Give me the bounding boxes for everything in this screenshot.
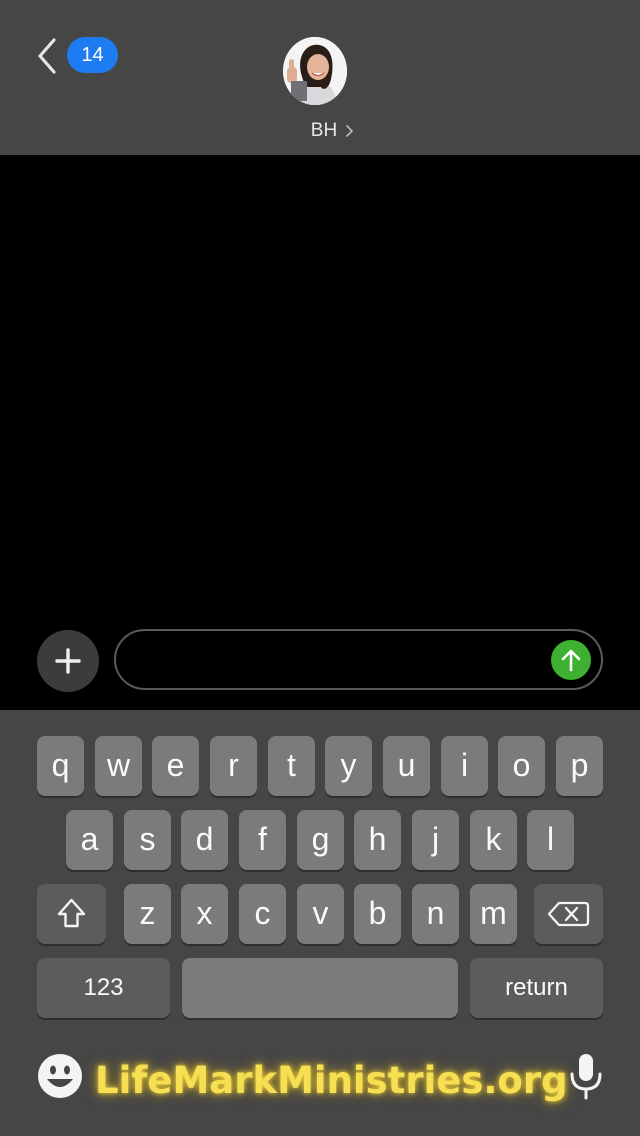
arrow-up-icon: [561, 649, 581, 672]
numbers-key[interactable]: 123: [37, 958, 170, 1018]
key-m[interactable]: m: [470, 884, 517, 944]
emoji-button[interactable]: [36, 1052, 84, 1100]
backspace-icon: [547, 901, 590, 927]
key-b[interactable]: b: [354, 884, 401, 944]
key-i[interactable]: i: [441, 736, 488, 796]
return-key[interactable]: return: [470, 958, 603, 1018]
message-input[interactable]: [114, 629, 603, 690]
key-e[interactable]: e: [152, 736, 199, 796]
contact-info-button[interactable]: BH: [0, 118, 640, 144]
key-k[interactable]: k: [470, 810, 517, 870]
key-n[interactable]: n: [412, 884, 459, 944]
emoji-icon: [38, 1054, 82, 1098]
plus-icon: [55, 648, 81, 674]
key-o[interactable]: o: [498, 736, 545, 796]
chevron-left-icon: [38, 38, 56, 74]
key-v[interactable]: v: [297, 884, 344, 944]
key-t[interactable]: t: [268, 736, 315, 796]
shift-key[interactable]: [37, 884, 106, 944]
key-p[interactable]: p: [556, 736, 603, 796]
send-button[interactable]: [551, 640, 591, 680]
key-u[interactable]: u: [383, 736, 430, 796]
key-y[interactable]: y: [325, 736, 372, 796]
key-s[interactable]: s: [124, 810, 171, 870]
back-button[interactable]: [34, 36, 64, 76]
key-r[interactable]: r: [210, 736, 257, 796]
key-f[interactable]: f: [239, 810, 286, 870]
conversation-header: 14 BH: [0, 0, 640, 155]
key-j[interactable]: j: [412, 810, 459, 870]
key-z[interactable]: z: [124, 884, 171, 944]
add-attachment-button[interactable]: [37, 630, 99, 692]
key-l[interactable]: l: [527, 810, 574, 870]
contact-avatar[interactable]: [283, 37, 347, 105]
key-d[interactable]: d: [181, 810, 228, 870]
dictation-button[interactable]: [566, 1052, 606, 1102]
chevron-right-icon: [346, 125, 354, 137]
watermark-text: LifeMarkMinistries.org: [95, 1059, 568, 1102]
key-c[interactable]: c: [239, 884, 286, 944]
contact-name: BH: [310, 120, 338, 141]
key-a[interactable]: a: [66, 810, 113, 870]
key-h[interactable]: h: [354, 810, 401, 870]
space-key[interactable]: [182, 958, 458, 1018]
shift-icon: [57, 898, 86, 928]
key-w[interactable]: w: [95, 736, 142, 796]
delete-key[interactable]: [534, 884, 603, 944]
message-thread: [0, 155, 640, 625]
key-q[interactable]: q: [37, 736, 84, 796]
key-g[interactable]: g: [297, 810, 344, 870]
key-x[interactable]: x: [181, 884, 228, 944]
unread-count-badge[interactable]: 14: [67, 37, 118, 73]
microphone-icon: [570, 1054, 602, 1100]
